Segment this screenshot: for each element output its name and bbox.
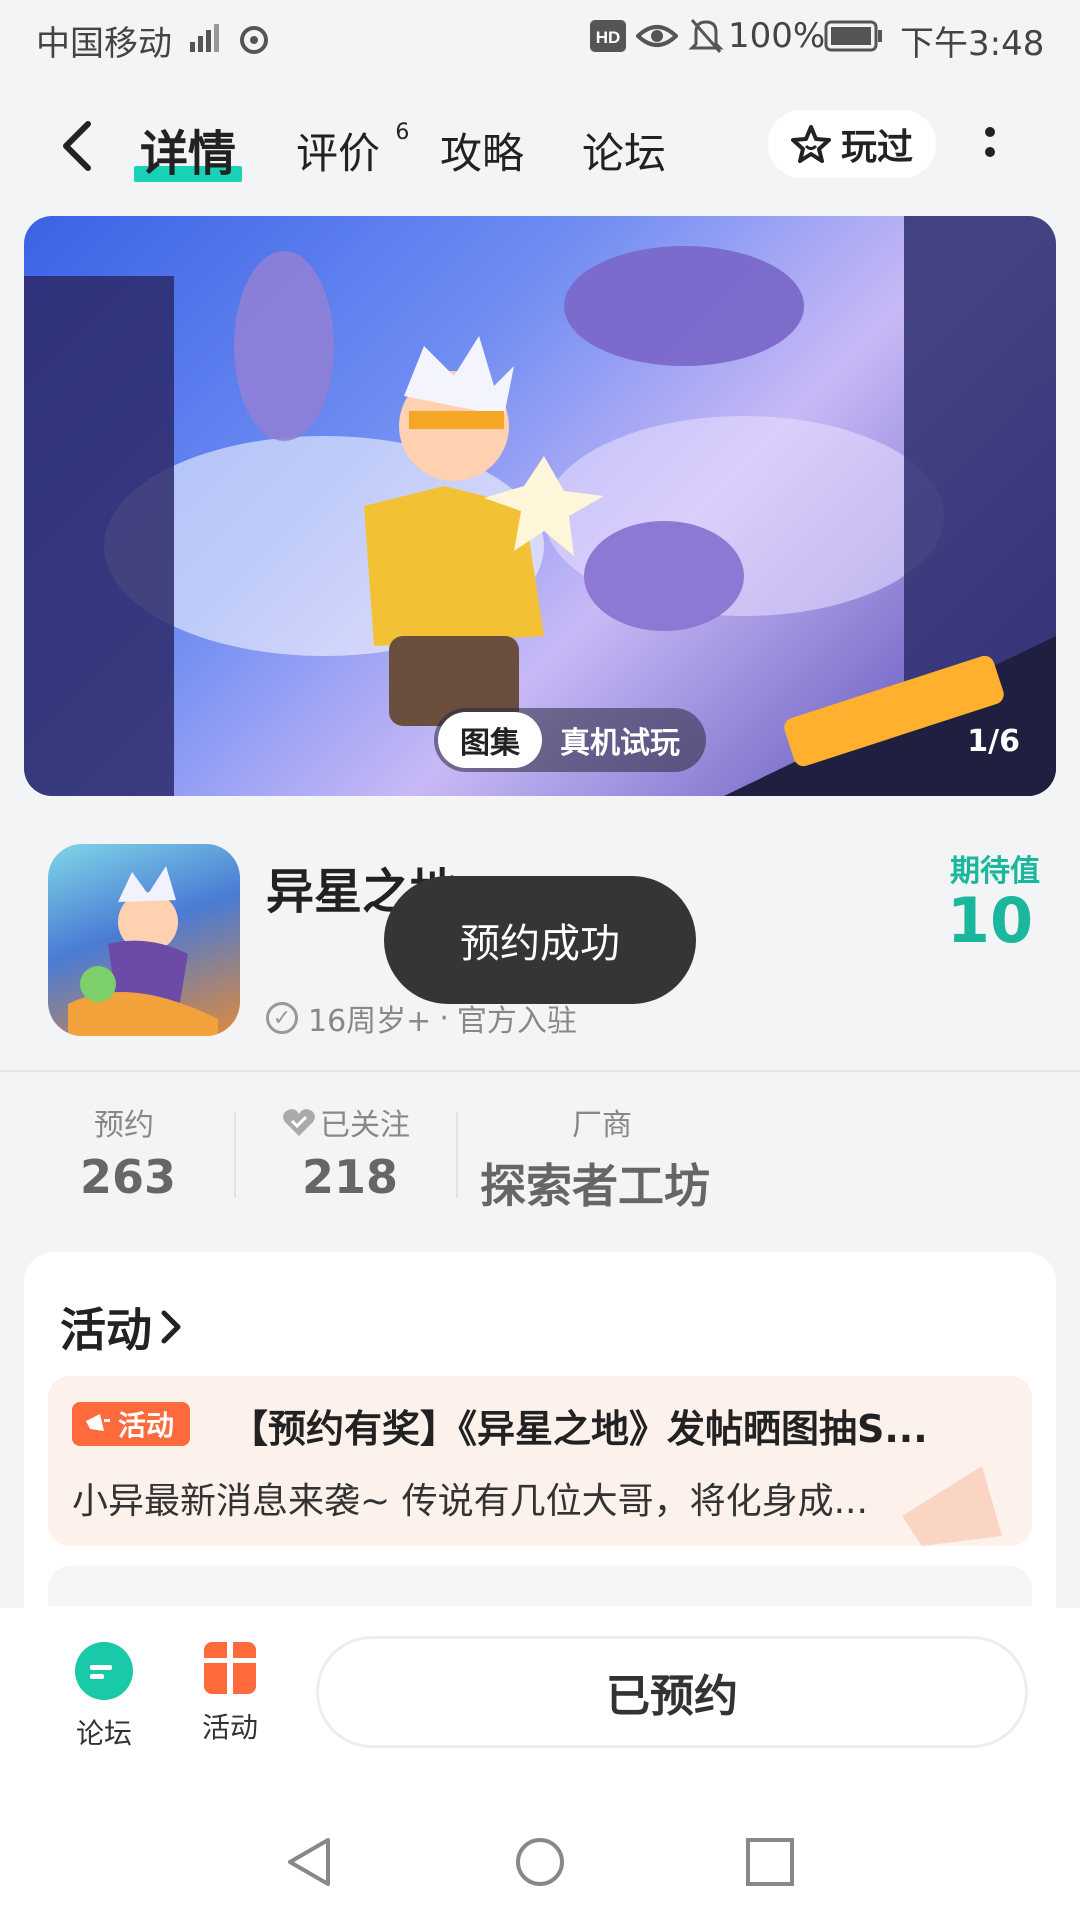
tab-details[interactable]: 详情 (134, 114, 243, 184)
nav-home-icon[interactable] (514, 1836, 566, 1892)
svg-text:HD: HD (596, 28, 621, 47)
divider (0, 1070, 1080, 1072)
gift-icon (204, 1642, 256, 1694)
tab-reviews-label: 评价 (296, 129, 381, 178)
battery-icon (824, 20, 884, 61)
activity-item-desc: 小异最新消息来袭~ 传说有几位大哥，将化身成... (72, 1481, 868, 1522)
forum-shortcut[interactable]: 论坛 (44, 1642, 164, 1752)
tab-forum-label: 论坛 (582, 129, 667, 178)
follow-label: 已关注 (320, 1108, 410, 1143)
activity-shortcut-label: 活动 (201, 1711, 258, 1744)
activity-badge-label: 活动 (118, 1409, 175, 1442)
reserve-label: 预约 (94, 1108, 154, 1143)
star-icon (790, 124, 831, 164)
activity-item-title: 【预约有奖】《异星之地》发帖晒图抽S... (230, 1407, 928, 1451)
eye-icon (635, 18, 679, 63)
tab-guides[interactable]: 攻略 (440, 120, 524, 181)
activity-header[interactable]: 活动 (60, 1294, 182, 1360)
tab-details-label: 详情 (140, 126, 237, 182)
forum-shortcut-label: 论坛 (75, 1717, 132, 1750)
vendor-name[interactable]: 探索者工坊 (480, 1150, 710, 1216)
bottom-action-bar: 论坛 活动 已预约 (0, 1608, 1080, 1760)
megaphone-icon (84, 1411, 112, 1437)
carrier-label: 中国移动 (36, 24, 172, 64)
check-circle-icon: ✓ (266, 1002, 298, 1034)
tab-guides-label: 攻略 (440, 129, 525, 178)
heart-check-icon (282, 1107, 316, 1137)
follow-label-wrap: 已关注 (282, 1100, 410, 1144)
top-nav: 详情 评价 6 攻略 论坛 玩过 (0, 90, 1080, 200)
chat-bubble-icon (75, 1642, 133, 1700)
hd-icon: HD (590, 20, 626, 61)
reserved-button[interactable]: 已预约 (316, 1636, 1028, 1748)
more-icon[interactable] (980, 120, 1000, 172)
banner-counter: 1/6 (967, 724, 1020, 759)
signal-icon (186, 18, 276, 67)
toast-message: 预约成功 (384, 876, 696, 1004)
tab-forum[interactable]: 论坛 (582, 120, 666, 181)
nav-recents-icon[interactable] (744, 1836, 796, 1892)
expect-value: 10 (946, 884, 1034, 957)
system-nav-bar (0, 1760, 1080, 1920)
demo-button[interactable]: 真机试玩 (542, 718, 706, 762)
reserve-count: 263 (80, 1150, 177, 1204)
age-rating: 16周岁+ (308, 1004, 432, 1039)
clock: 下午3:48 (900, 24, 1045, 64)
activity-title: 活动 (60, 1303, 152, 1357)
media-pill: 图集 真机试玩 (434, 708, 706, 772)
tab-reviews[interactable]: 评价 6 (296, 120, 410, 181)
activity-shortcut[interactable]: 活动 (170, 1642, 290, 1746)
back-icon[interactable] (58, 118, 98, 178)
nav-back-icon[interactable] (284, 1836, 336, 1892)
chevron-right-icon (160, 1309, 182, 1345)
meta-separator: · (439, 1000, 449, 1036)
activity-badge: 活动 (72, 1402, 191, 1446)
played-label: 玩过 (840, 127, 913, 168)
mute-icon (688, 16, 724, 65)
status-bar: 中国移动 HD 100% 下午3:48 (0, 0, 1080, 76)
vendor-label: 厂商 (572, 1108, 632, 1143)
reviews-count-badge: 6 (395, 120, 410, 145)
battery-percent: 100% (728, 16, 826, 56)
activity-item[interactable]: 活动 【预约有奖】《异星之地》发帖晒图抽S... 小异最新消息来袭~ 传说有几位… (48, 1376, 1032, 1546)
game-icon-artwork (68, 866, 218, 1036)
stat-separator (456, 1112, 458, 1198)
activity-item[interactable] (48, 1566, 1032, 1606)
gallery-button[interactable]: 图集 (438, 712, 542, 768)
played-button[interactable]: 玩过 (768, 110, 936, 178)
follow-count: 218 (302, 1150, 399, 1204)
game-icon (48, 844, 240, 1036)
stat-separator (234, 1112, 236, 1198)
game-banner[interactable]: 图集 真机试玩 1/6 (24, 216, 1056, 796)
